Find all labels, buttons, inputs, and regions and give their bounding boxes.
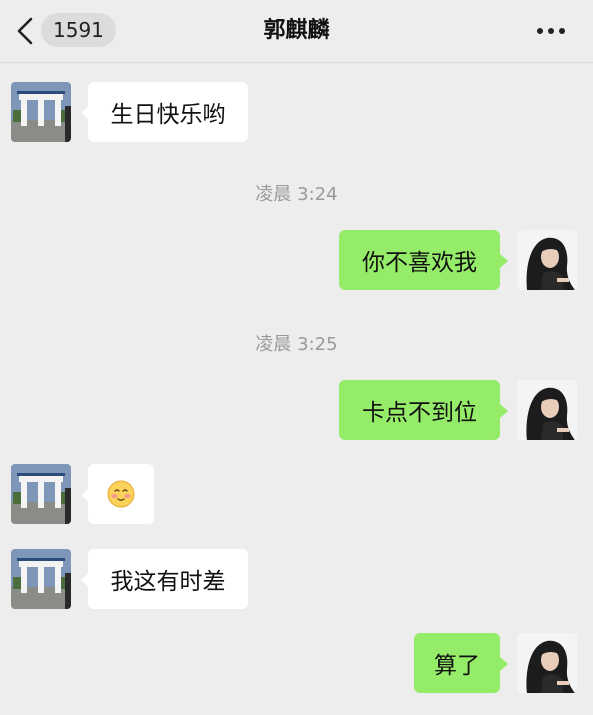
- message-bubble[interactable]: 我这有时差: [88, 549, 248, 609]
- contact-avatar[interactable]: [11, 549, 71, 609]
- chat-header: 1591 郭麒麟: [0, 0, 593, 63]
- long-hair-girl-avatar: [517, 380, 577, 440]
- bubble-tail: [500, 254, 508, 268]
- message-bubble[interactable]: 生日快乐哟: [88, 82, 248, 142]
- more-dots-icon: [537, 28, 565, 34]
- long-hair-girl-avatar: [517, 230, 577, 290]
- more-button[interactable]: [531, 20, 571, 42]
- contact-avatar[interactable]: [11, 464, 71, 524]
- long-hair-girl-avatar: [517, 633, 577, 693]
- timestamp: 凌晨 3:24: [255, 184, 338, 205]
- message-bubble[interactable]: 你不喜欢我: [339, 230, 500, 290]
- monument-gate-avatar: [11, 82, 71, 142]
- timestamp: 凌晨 3:25: [255, 334, 338, 355]
- monument-gate-avatar: [11, 464, 71, 524]
- my-avatar[interactable]: [517, 633, 577, 693]
- flushed-smile-emoji: [107, 480, 135, 508]
- message-bubble[interactable]: [88, 464, 154, 524]
- message-bubble[interactable]: 算了: [414, 633, 500, 693]
- chat-title: 郭麒麟: [263, 18, 330, 43]
- my-avatar[interactable]: [517, 380, 577, 440]
- message-bubble[interactable]: 卡点不到位: [339, 380, 500, 440]
- bubble-tail: [500, 657, 508, 671]
- bubble-tail: [500, 404, 508, 418]
- my-avatar[interactable]: [517, 230, 577, 290]
- monument-gate-avatar: [11, 549, 71, 609]
- contact-avatar[interactable]: [11, 82, 71, 142]
